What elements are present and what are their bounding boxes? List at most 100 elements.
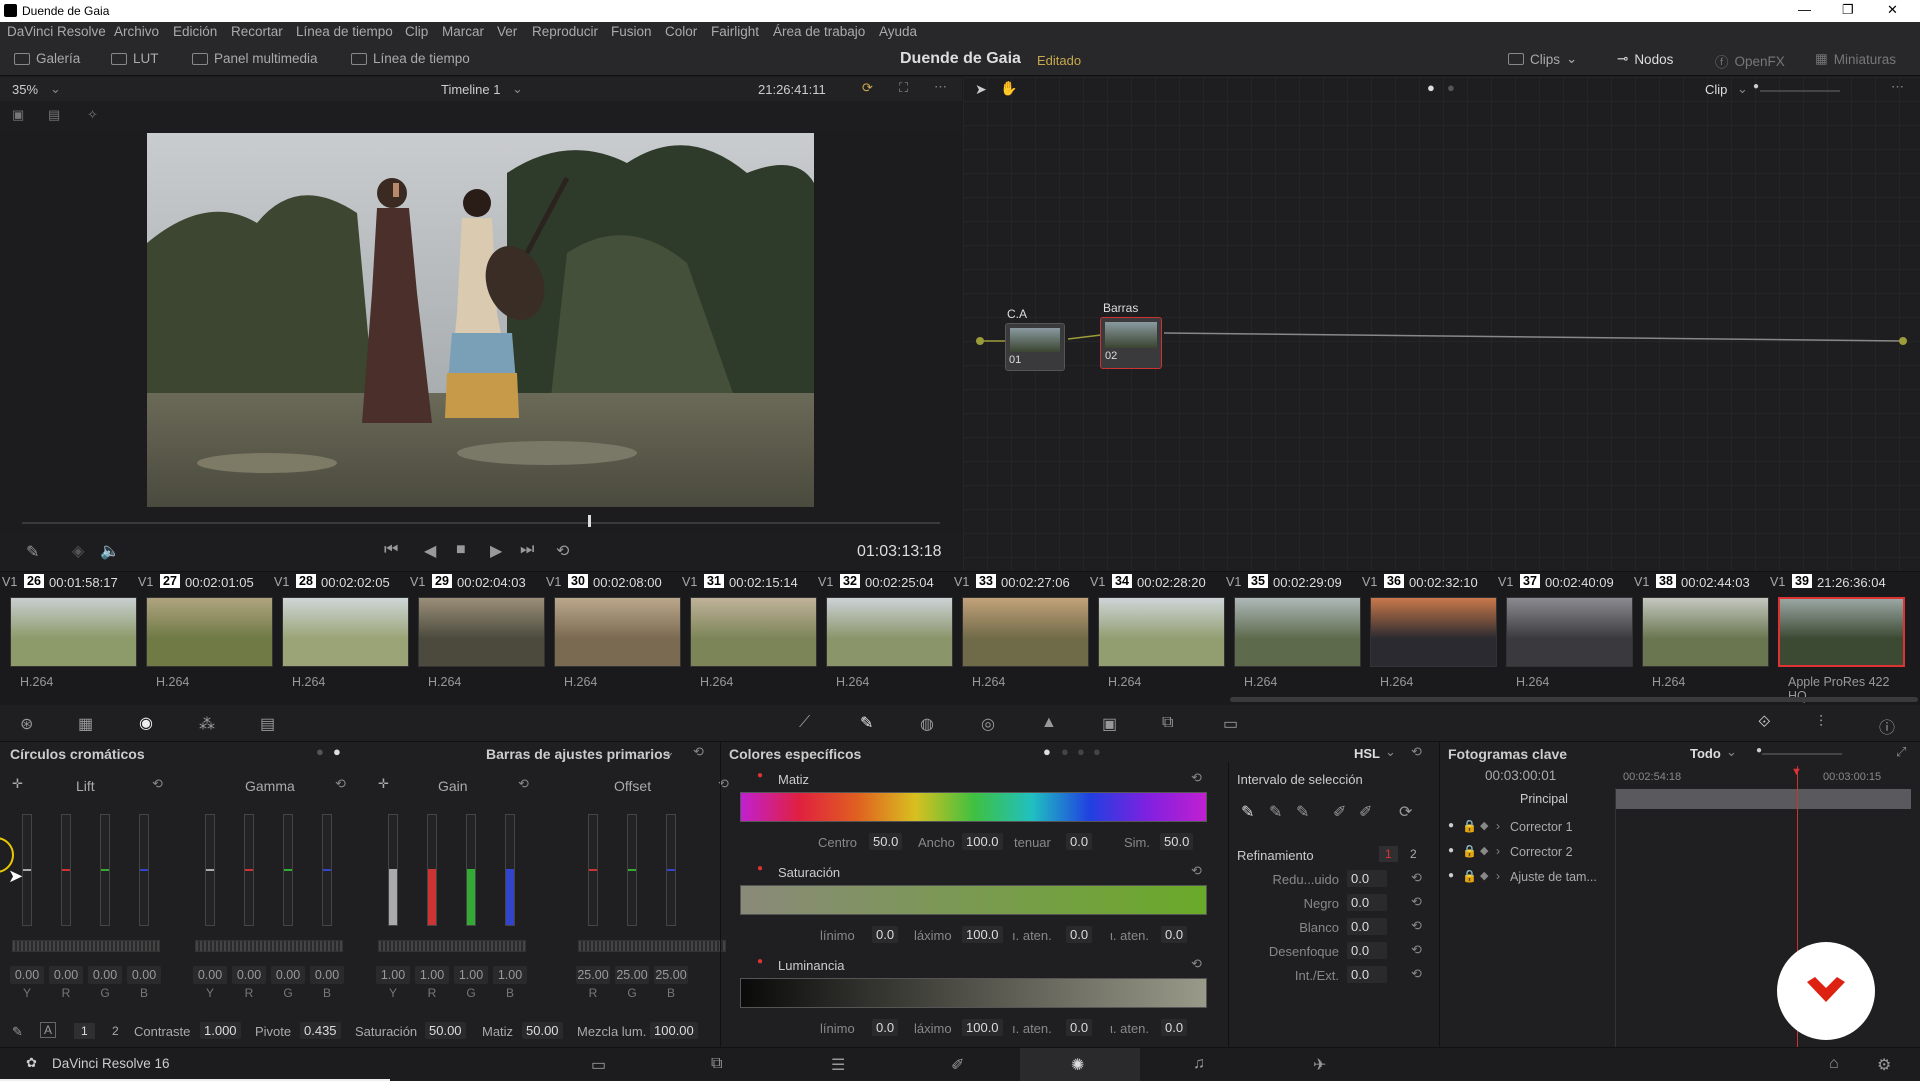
page-1-button[interactable]: 1 <box>74 1023 95 1039</box>
crosshair-icon[interactable]: ✛ <box>378 776 389 792</box>
clip-thumbnail-item[interactable]: V1 26 00:01:58:17 H.264 <box>2 572 139 702</box>
settings-gear-icon[interactable]: ⚙ <box>1877 1055 1891 1075</box>
gain-slider[interactable] <box>505 814 515 926</box>
curves-icon[interactable]: ⟋ <box>799 714 810 732</box>
gamma-value[interactable]: 0.00 <box>232 966 266 984</box>
loop-icon[interactable]: ⟳ <box>862 80 873 96</box>
lift-master-wheel[interactable] <box>12 940 160 952</box>
3d-icon[interactable]: ▭ <box>1223 714 1238 734</box>
clip-thumbnail-item[interactable]: V1 28 00:02:02:05 H.264 <box>274 572 411 702</box>
gamma-value[interactable]: 0.00 <box>271 966 305 984</box>
maximize-button[interactable]: ❐ <box>1842 2 1854 18</box>
lum-low-value[interactable]: 0.0 <box>872 1019 899 1036</box>
hue-value[interactable]: 50.00 <box>522 1022 563 1039</box>
skip-start-icon[interactable]: ⏮ <box>384 541 398 559</box>
color-match-icon[interactable]: ▦ <box>78 714 93 734</box>
menu-fusion[interactable]: Fusion <box>611 24 652 39</box>
keyframes-icon[interactable]: ⟐ <box>1758 714 1771 732</box>
sat-high-value[interactable]: 100.0 <box>962 926 1003 943</box>
reset-icon[interactable]: ⟲ <box>335 776 346 792</box>
chevron-right-icon[interactable]: › <box>1496 844 1500 858</box>
wheels-mode-select[interactable]: Barras de ajustes primarios <box>486 746 670 762</box>
qualifier-mode-select[interactable]: HSL <box>1354 746 1380 761</box>
clip-thumbnail-item[interactable]: V1 38 00:02:44:03 H.264 <box>1634 572 1771 702</box>
media-panel-button[interactable]: Panel multimedia <box>192 51 318 66</box>
gamma-master-wheel[interactable] <box>195 940 343 952</box>
refine-value[interactable]: 0.0 <box>1347 870 1387 887</box>
lum-low-soft-value[interactable]: 0.0 <box>1066 1019 1093 1036</box>
menu-edicion[interactable]: Edición <box>173 24 217 39</box>
fullscreen-icon[interactable]: ⛶ <box>899 80 908 96</box>
soften-value[interactable]: 0.0 <box>1066 833 1093 850</box>
offset-value[interactable]: 25.00 <box>615 966 649 984</box>
source-timecode[interactable]: 21:26:41:11 <box>758 82 826 97</box>
lift-value[interactable]: 0.00 <box>88 966 122 984</box>
gain-master-wheel[interactable] <box>378 940 526 952</box>
page-dot-icon[interactable]: ● <box>1061 744 1069 759</box>
reset-icon[interactable]: ⟲ <box>693 744 704 760</box>
gallery-button[interactable]: Galería <box>14 51 80 66</box>
fusion-page-icon[interactable]: ✐ <box>951 1055 964 1075</box>
openfx-button[interactable]: ⓕ OpenFX <box>1715 51 1785 71</box>
menu-recortar[interactable]: Recortar <box>231 24 283 39</box>
clip-thumbnail-item[interactable]: V1 36 00:02:32:10 H.264 <box>1362 572 1499 702</box>
scrubber-handle[interactable] <box>588 515 591 527</box>
keyframe-track-row[interactable]: ● 🔒 ◆ › Corrector 2 <box>1448 844 1613 864</box>
offset-slider[interactable] <box>588 814 598 926</box>
gain-value[interactable]: 1.00 <box>415 966 449 984</box>
reverse-play-icon[interactable]: ◀ <box>424 541 436 561</box>
menu-linea-tiempo[interactable]: Línea de tiempo <box>296 24 393 39</box>
home-icon[interactable]: ⌂ <box>1829 1055 1839 1073</box>
auto-icon[interactable]: A <box>40 1022 57 1038</box>
clips-button[interactable]: Clips ⌄ <box>1508 51 1577 67</box>
reset-icon[interactable]: ⟲ <box>1191 770 1202 786</box>
minimize-button[interactable]: — <box>1798 2 1811 17</box>
clip-thumbnail-item[interactable]: V1 34 00:02:28:20 H.264 <box>1090 572 1227 702</box>
center-value[interactable]: 50.0 <box>869 833 903 850</box>
sat-low-value[interactable]: 0.0 <box>872 926 899 943</box>
contrast-value[interactable]: 1.000 <box>200 1022 241 1039</box>
lock-icon[interactable]: 🔒 <box>1462 819 1477 833</box>
play-icon[interactable]: ▶ <box>490 541 502 561</box>
blur-icon[interactable]: ▲ <box>1041 714 1057 732</box>
sat-high-soft-value[interactable]: 0.0 <box>1161 926 1188 943</box>
page-dot-icon[interactable]: ● <box>316 744 324 759</box>
menu-ayuda[interactable]: Ayuda <box>879 24 917 39</box>
key-icon[interactable]: ▣ <box>1102 714 1117 734</box>
sizing-icon[interactable]: ⧉ <box>1162 714 1173 732</box>
lut-button[interactable]: LUT <box>111 51 159 66</box>
feather-minus-icon[interactable]: ✐ <box>1333 802 1346 822</box>
lift-slider[interactable] <box>22 814 32 926</box>
cut-page-icon[interactable]: ⧉ <box>711 1055 722 1073</box>
clip-thumbnail-item[interactable]: V1 27 00:02:01:05 H.264 <box>138 572 275 702</box>
clip-thumbnail-item[interactable]: V1 32 00:02:25:04 H.264 <box>818 572 955 702</box>
reset-icon[interactable]: ⟲ <box>1411 966 1422 982</box>
saturation-range-bar[interactable] <box>740 885 1207 915</box>
visibility-dot-icon[interactable]: ● <box>1448 820 1454 831</box>
menu-area-trabajo[interactable]: Área de trabajo <box>773 24 865 39</box>
gamma-value[interactable]: 0.00 <box>310 966 344 984</box>
diamond-icon[interactable]: ◆ <box>1480 819 1488 832</box>
reset-icon[interactable]: ⟲ <box>1411 918 1422 934</box>
diamond-icon[interactable]: ◆ <box>1480 844 1488 857</box>
node-editor[interactable]: ➤ ✋ ● ● Clip ⌄ ● ⋯ C.A 01 Barras 02 <box>963 77 1920 571</box>
layers-icon[interactable]: ◈ <box>72 541 84 561</box>
refine-value[interactable]: 0.0 <box>1347 918 1387 935</box>
page-dot-icon[interactable]: ● <box>1077 744 1085 759</box>
gamma-slider[interactable] <box>322 814 332 926</box>
timeline-select[interactable]: Timeline 1 <box>441 82 500 97</box>
close-button[interactable]: ✕ <box>1887 2 1898 18</box>
video-frame[interactable] <box>147 133 814 507</box>
lift-value[interactable]: 0.00 <box>127 966 161 984</box>
clip-thumbnail-item[interactable]: V1 31 00:02:15:14 H.264 <box>682 572 819 702</box>
width-value[interactable]: 100.0 <box>962 833 1003 850</box>
clip-thumbnail-item[interactable]: V1 35 00:02:29:09 H.264 <box>1226 572 1363 702</box>
menu-archivo[interactable]: Archivo <box>114 24 159 39</box>
visibility-dot-icon[interactable]: ● <box>1448 870 1454 881</box>
clip-thumbnail-item[interactable]: V1 39 21:26:36:04 Apple ProRes 422 HQ <box>1770 572 1907 703</box>
color-wheels-icon[interactable]: ◉ <box>139 713 153 733</box>
gamma-slider[interactable] <box>205 814 215 926</box>
qualifier-icon[interactable]: ✎ <box>860 713 873 733</box>
wand-icon[interactable]: ✧ <box>87 107 98 123</box>
refine-page-1[interactable]: 1 <box>1379 846 1398 862</box>
